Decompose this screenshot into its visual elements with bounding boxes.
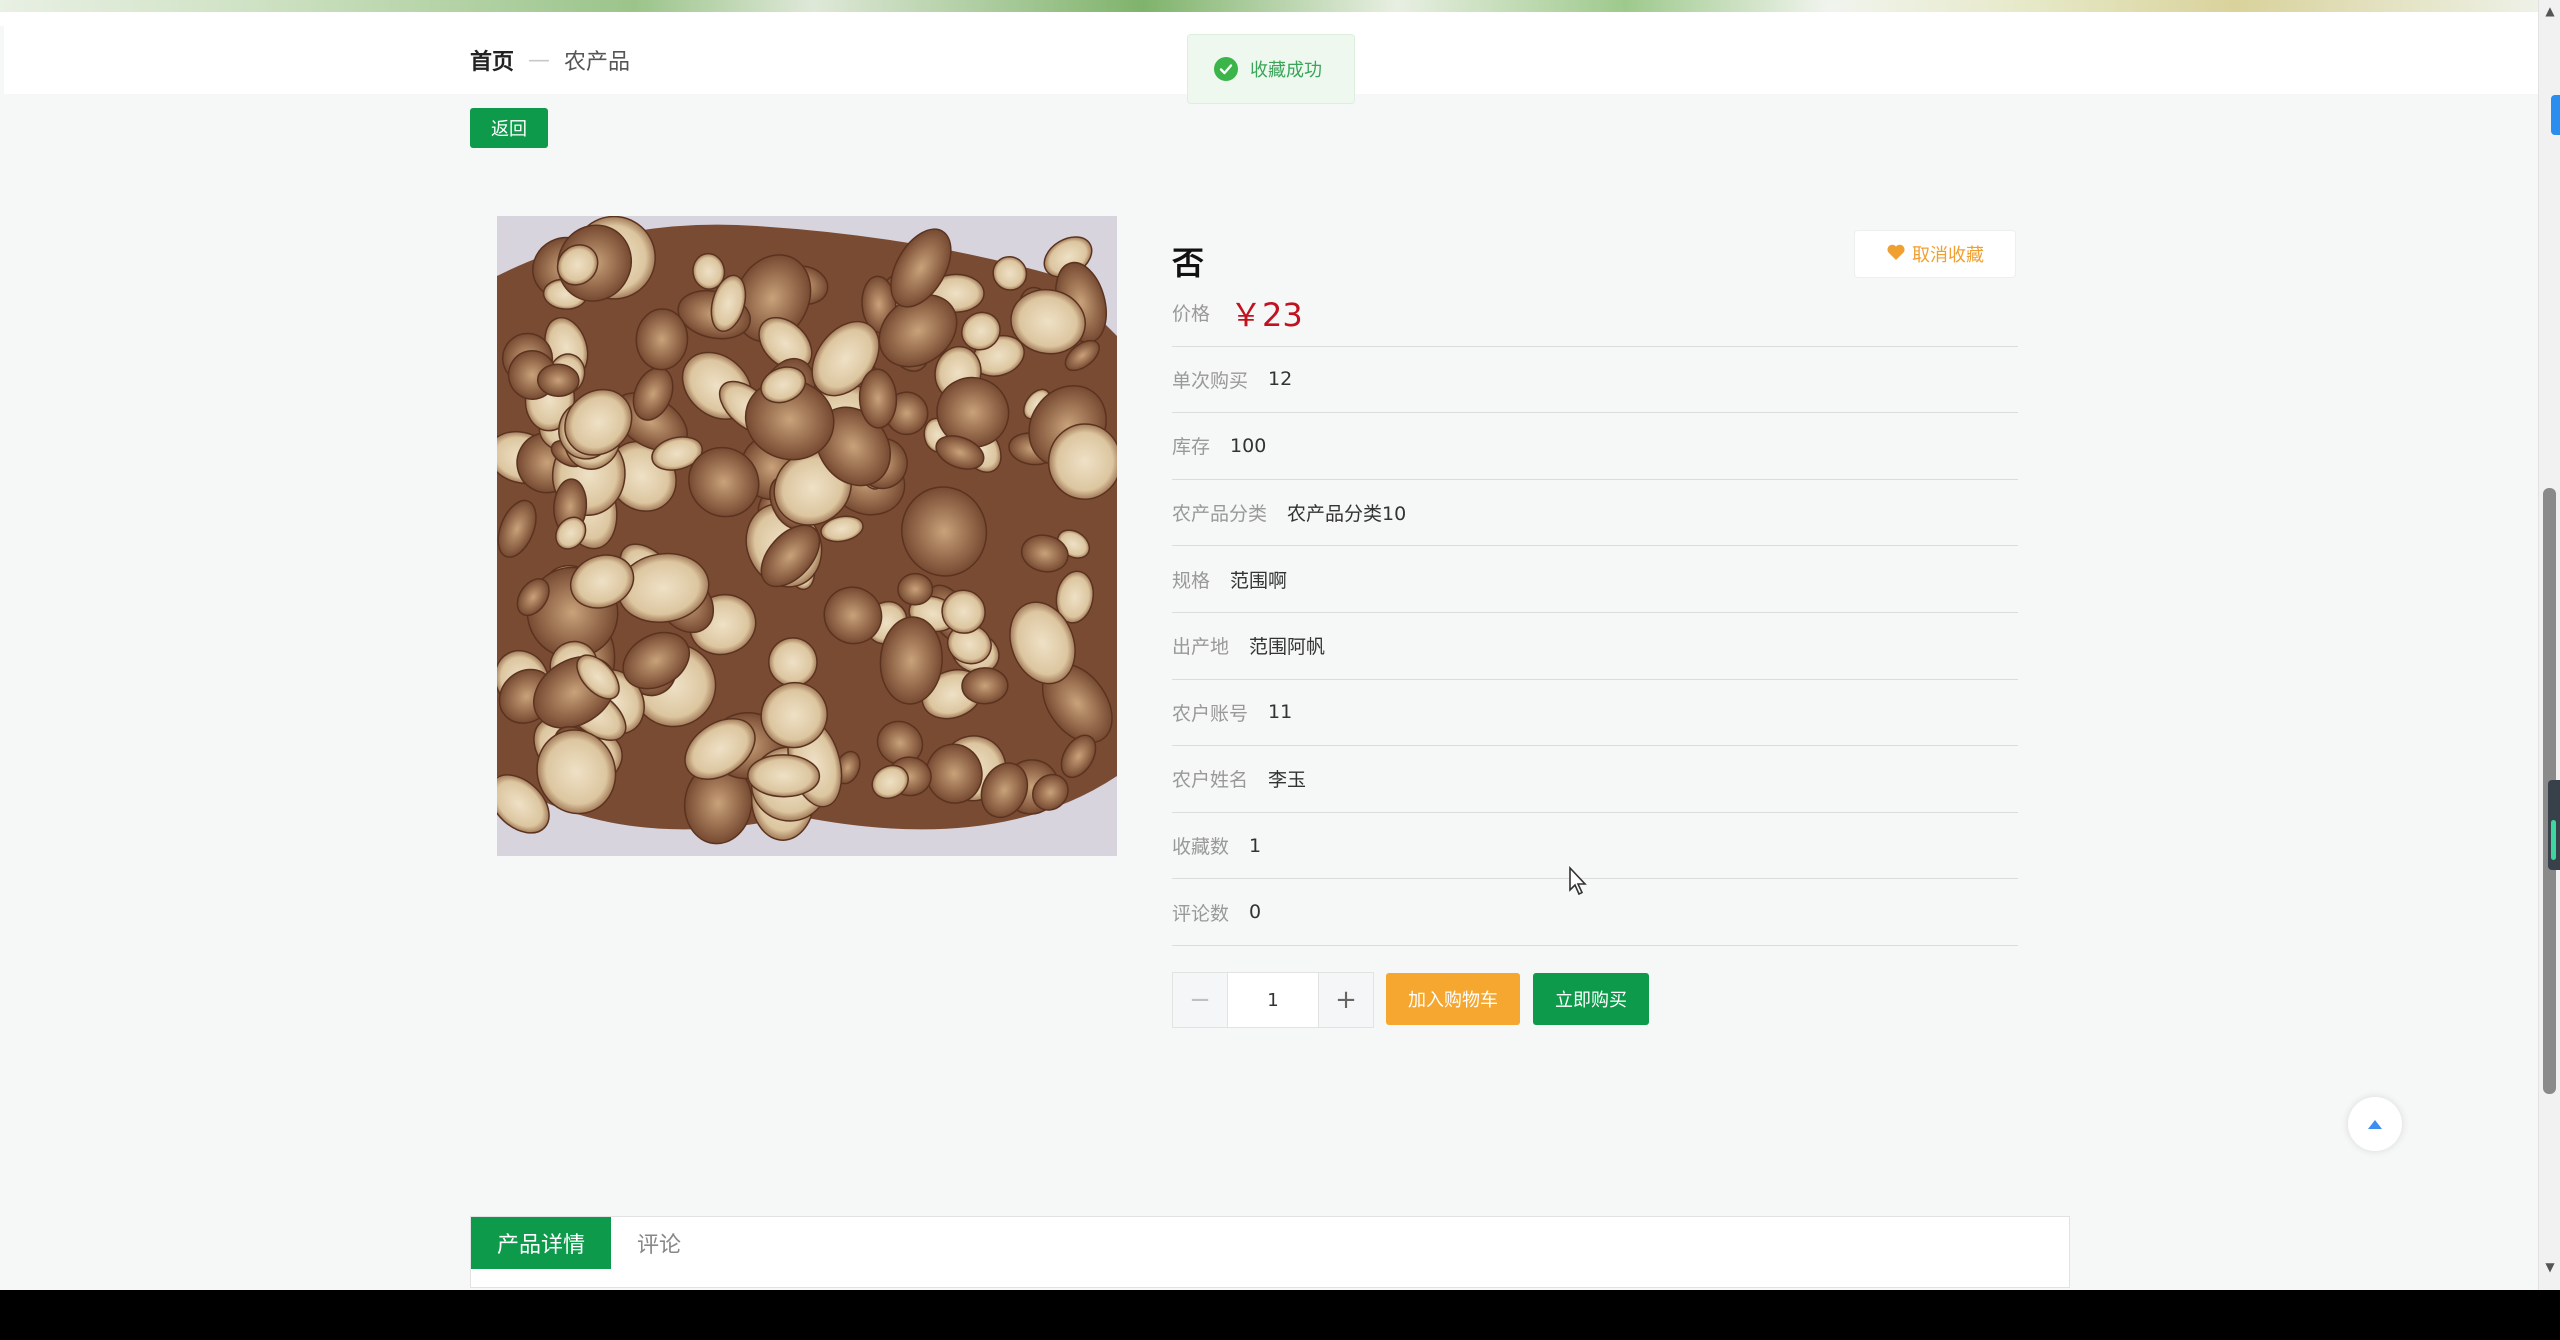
unfavorite-label: 取消收藏 [1912, 245, 1984, 266]
price-row: 价格 ￥23 [1172, 280, 2018, 347]
info-value: 1 [1249, 834, 1262, 857]
back-to-top-button[interactable] [2348, 1097, 2402, 1151]
info-label: 农户姓名 [1172, 769, 1249, 792]
banner-image-strip [0, 0, 2540, 26]
side-widget-tab[interactable] [2551, 95, 2560, 135]
info-label: 农户账号 [1172, 702, 1249, 725]
info-row-origin: 出产地 范围阿帆 [1172, 613, 2018, 680]
info-row-farmer-account: 农户账号 11 [1172, 680, 2018, 747]
info-label: 库存 [1172, 436, 1211, 459]
breadcrumb-home[interactable]: 首页 [470, 44, 514, 76]
info-label: 出产地 [1172, 636, 1230, 659]
info-row-category: 农产品分类 农产品分类10 [1172, 480, 2018, 547]
info-row-farmer-name: 农户姓名 李玉 [1172, 746, 2018, 813]
info-row-comments: 评论数 0 [1172, 879, 2018, 946]
info-value: 0 [1249, 901, 1262, 924]
info-row-stock: 库存 100 [1172, 413, 2018, 480]
unfavorite-button[interactable]: 取消收藏 [1854, 230, 2016, 278]
info-label: 评论数 [1172, 902, 1230, 925]
page-scrollbar[interactable]: ▲ ▼ [2538, 0, 2560, 1290]
breadcrumb: 首页 — 农产品 [470, 44, 630, 76]
info-value: 12 [1268, 368, 1293, 391]
buy-now-button[interactable]: 立即购买 [1533, 973, 1649, 1025]
heart-icon [1886, 243, 1906, 266]
tab-comments[interactable]: 评论 [611, 1217, 707, 1269]
toast-message: 收藏成功 [1250, 60, 1322, 81]
page-viewport: 首页 — 农产品 收藏成功 返回 否 取消收藏 价格 ￥23 单次购买 12 库… [0, 0, 2560, 1290]
check-circle-icon [1214, 57, 1238, 81]
info-value: 范围啊 [1230, 569, 1288, 592]
info-value: 11 [1268, 701, 1293, 724]
info-label: 单次购买 [1172, 369, 1249, 392]
info-label: 收藏数 [1172, 836, 1230, 859]
product-tabs: 产品详情 评论 [470, 1216, 2070, 1288]
price-label: 价格 [1172, 303, 1211, 326]
price-value: ￥23 [1230, 295, 1303, 334]
breadcrumb-current: 农产品 [564, 50, 631, 75]
info-label: 规格 [1172, 569, 1211, 592]
info-row-single-purchase: 单次购买 12 [1172, 347, 2018, 414]
success-toast: 收藏成功 [1187, 34, 1355, 104]
side-widget-panel[interactable] [2548, 780, 2560, 870]
product-title: 否 [1172, 244, 1205, 282]
info-value: 范围阿帆 [1249, 636, 1326, 659]
tab-product-details[interactable]: 产品详情 [471, 1217, 612, 1269]
breadcrumb-separator: — [528, 47, 551, 73]
caret-up-icon [2367, 1115, 2383, 1134]
quantity-stepper: − + [1172, 972, 1374, 1028]
info-value: 100 [1230, 434, 1267, 457]
back-button[interactable]: 返回 [470, 108, 548, 148]
scroll-up-arrow-icon[interactable]: ▲ [2543, 4, 2557, 18]
quantity-input[interactable] [1227, 973, 1319, 1027]
info-label: 农产品分类 [1172, 503, 1268, 526]
product-image [497, 216, 1117, 856]
info-value: 农产品分类10 [1287, 503, 1407, 526]
info-row-favorites: 收藏数 1 [1172, 813, 2018, 880]
scroll-down-arrow-icon[interactable]: ▼ [2543, 1260, 2557, 1274]
quantity-decrease-button[interactable]: − [1173, 973, 1227, 1027]
mouse-cursor-icon [1568, 865, 1590, 900]
product-info-list: 价格 ￥23 单次购买 12 库存 100 农产品分类 农产品分类10 规格 范… [1172, 280, 2018, 946]
add-to-cart-button[interactable]: 加入购物车 [1386, 973, 1520, 1025]
quantity-increase-button[interactable]: + [1319, 973, 1373, 1027]
info-value: 李玉 [1268, 769, 1307, 792]
info-row-spec: 规格 范围啊 [1172, 546, 2018, 613]
